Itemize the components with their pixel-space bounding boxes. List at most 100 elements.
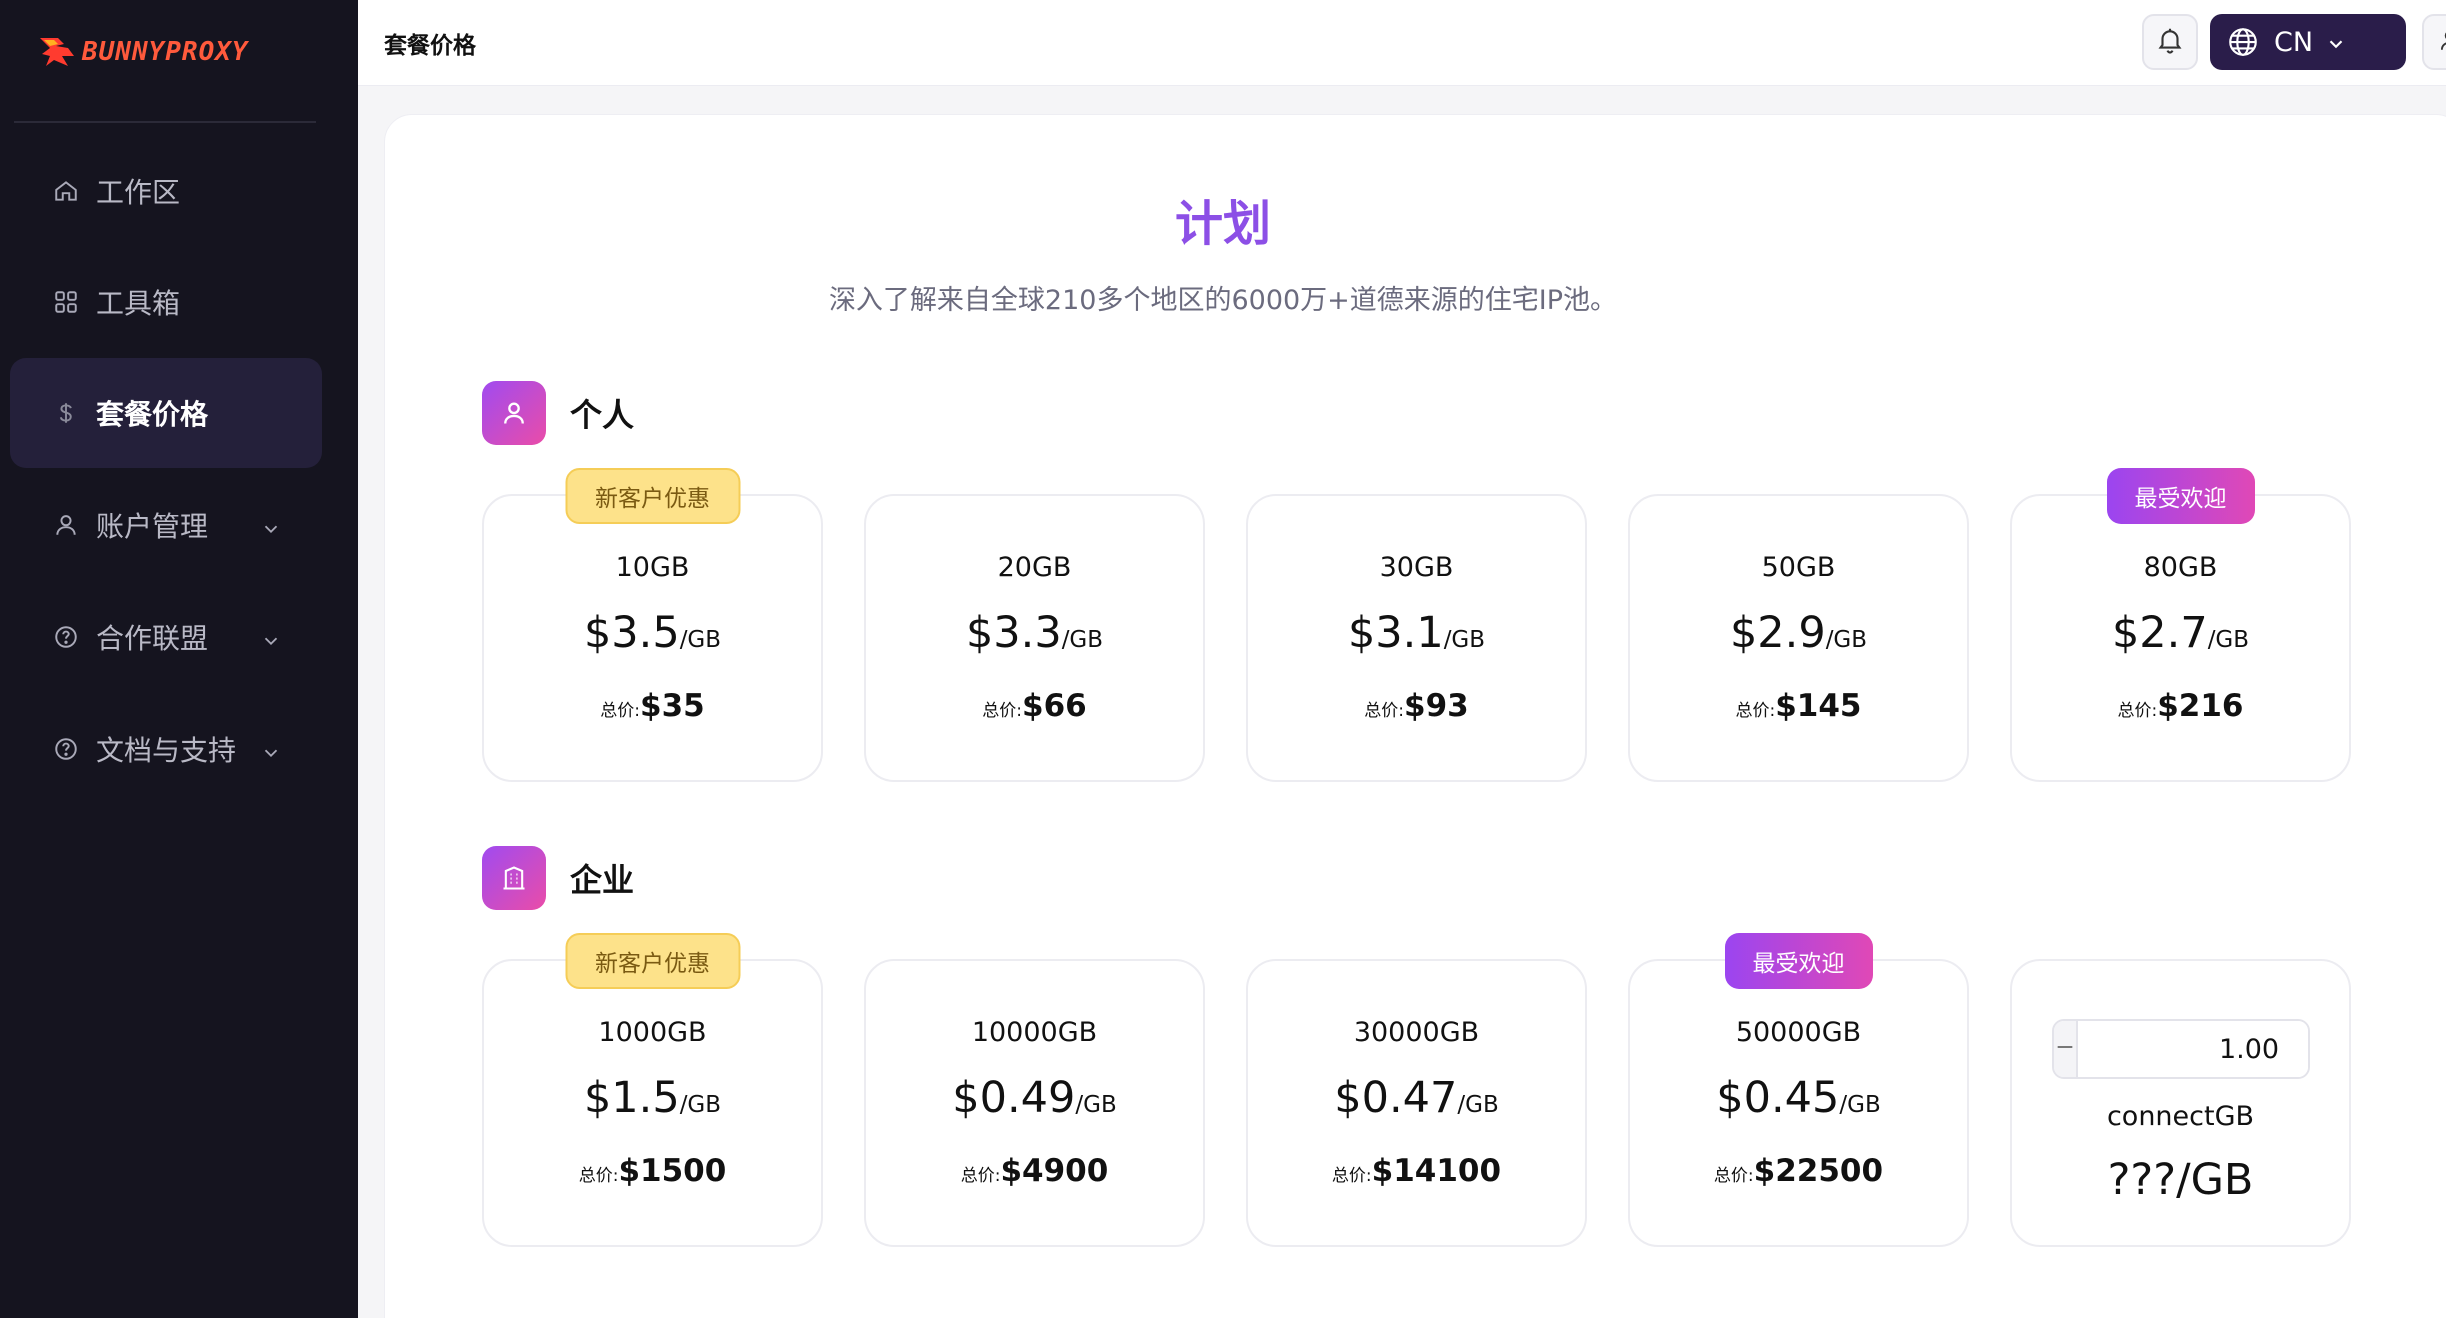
quantity-input[interactable] <box>2076 1021 2308 1077</box>
plan-price: $0.45/GB <box>1630 1073 1967 1123</box>
price-unit: /GB <box>1457 1092 1499 1118</box>
notifications-button[interactable] <box>2142 14 2198 70</box>
sidebar-item-label: 套餐价格 <box>96 398 209 431</box>
plan-card-enterprise-custom[interactable]: connectGB ???/GB <box>2010 959 2351 1247</box>
user-icon <box>2437 27 2446 57</box>
price-amount: $3.1 <box>1347 608 1444 658</box>
custom-plan-label: connectGB <box>2106 1101 2255 1132</box>
plan-price: $2.7/GB <box>2012 608 2349 658</box>
plan-card-personal-30gb[interactable]: 30GB $3.1/GB 总价:$93 <box>1246 494 1587 782</box>
language-selector[interactable]: CN <box>2210 14 2406 70</box>
person-icon <box>482 381 546 445</box>
plan-card-personal-10gb[interactable]: 新客户优惠 10GB $3.5/GB 总价:$35 <box>482 468 823 782</box>
chevron-down-icon <box>2325 31 2347 53</box>
plan-size: 10000GB <box>971 1017 1098 1048</box>
section-personal-header: 个人 <box>482 381 634 445</box>
price-amount: $2.7 <box>2111 608 2208 658</box>
plan-card-enterprise-10000gb[interactable]: 10000GB $0.49/GB 总价:$4900 <box>864 959 1205 1247</box>
plan-total: 总价:$22500 <box>1630 1153 1967 1189</box>
user-menu-button[interactable] <box>2422 14 2446 70</box>
section-enterprise-label: 企业 <box>570 861 635 899</box>
plan-total: 总价:$1500 <box>484 1153 821 1189</box>
total-value: $93 <box>1404 688 1469 724</box>
price-unit: /GB <box>1075 1092 1117 1118</box>
chevron-down-icon[interactable] <box>260 738 282 760</box>
price-unit: /GB <box>1839 1092 1881 1118</box>
plan-total: 总价:$216 <box>2012 688 2349 724</box>
plan-card-enterprise-50000gb[interactable]: 最受欢迎 50000GB $0.45/GB 总价:$22500 <box>1628 933 1969 1247</box>
topbar: 套餐价格 CN <box>358 0 2446 86</box>
new-customer-badge: 新客户优惠 <box>565 933 740 989</box>
sidebar-item-label: 文档与支持 <box>96 734 237 767</box>
total-label: 总价: <box>2117 701 2158 721</box>
page-subtitle: 深入了解来自全球210多个地区的6000万+道德来源的住宅IP池。 <box>828 285 1618 316</box>
total-label: 总价: <box>1364 701 1404 721</box>
plan-card-personal-80gb[interactable]: 最受欢迎 80GB $2.7/GB 总价:$216 <box>2010 468 2351 782</box>
total-label: 总价: <box>1331 1166 1372 1186</box>
total-value: $66 <box>1022 688 1087 724</box>
bell-icon <box>2155 25 2185 59</box>
plan-size: 10GB <box>615 552 690 583</box>
plan-size: 20GB <box>997 552 1072 583</box>
help-circle-icon <box>52 623 80 651</box>
plan-price: $3.1/GB <box>1248 608 1585 658</box>
brand-logo[interactable]: BUNNYPROXY <box>38 34 249 70</box>
plan-total: 总价:$14100 <box>1248 1153 1585 1189</box>
sidebar-item-account[interactable]: 账户管理 <box>10 470 322 580</box>
decrement-button[interactable] <box>2054 1021 2076 1077</box>
sidebar-item-docs[interactable]: 文档与支持 <box>10 694 322 804</box>
plan-card-personal-20gb[interactable]: 20GB $3.3/GB 总价:$66 <box>864 494 1205 782</box>
plan-size: 50000GB <box>1735 1017 1862 1048</box>
total-label: 总价: <box>982 701 1022 721</box>
plan-card-personal-50gb[interactable]: 50GB $2.9/GB 总价:$145 <box>1628 494 1969 782</box>
plan-size: 30000GB <box>1353 1017 1480 1048</box>
price-unit: /GB <box>679 1092 722 1118</box>
sidebar-item-label: 账户管理 <box>96 510 209 543</box>
globe-icon <box>2226 25 2260 59</box>
plan-price: $3.3/GB <box>866 608 1203 658</box>
language-label: CN <box>2274 26 2314 58</box>
total-value: $35 <box>640 688 705 724</box>
total-value: $14100 <box>1371 1153 1502 1189</box>
price-unit: /GB <box>2207 627 2250 653</box>
most-popular-badge: 最受欢迎 <box>2106 468 2255 524</box>
price-amount: $0.45 <box>1716 1073 1840 1123</box>
total-value: $216 <box>2157 688 2244 724</box>
new-customer-badge: 新客户优惠 <box>565 468 740 524</box>
plan-total: 总价:$145 <box>1630 688 1967 724</box>
total-value: $22500 <box>1753 1153 1884 1189</box>
plan-price: $3.5/GB <box>484 608 821 658</box>
chevron-down-icon[interactable] <box>260 514 282 536</box>
page-title: 计划 <box>1174 196 1271 252</box>
total-value: $145 <box>1775 688 1862 724</box>
price-amount: $3.3 <box>965 608 1062 658</box>
plan-total: 总价:$93 <box>1248 688 1585 724</box>
most-popular-badge: 最受欢迎 <box>1724 933 1873 989</box>
building-icon <box>482 846 546 910</box>
plan-price: $0.49/GB <box>866 1073 1203 1123</box>
sidebar-item-affiliate[interactable]: 合作联盟 <box>10 582 322 692</box>
custom-plan-price: ???/GB <box>2107 1155 2254 1205</box>
price-amount: $0.47 <box>1334 1073 1458 1123</box>
total-label: 总价: <box>1735 701 1776 721</box>
minus-icon <box>2054 1036 2076 1062</box>
page-breadcrumb: 套餐价格 <box>384 33 476 59</box>
plan-price: $2.9/GB <box>1630 608 1967 658</box>
bunny-logo-icon <box>38 34 78 70</box>
price-amount: $2.9 <box>1729 608 1826 658</box>
plan-size: 30GB <box>1379 552 1454 583</box>
plan-price: $1.5/GB <box>484 1073 821 1123</box>
section-personal-label: 个人 <box>570 396 635 434</box>
quantity-stepper <box>2052 1019 2310 1079</box>
price-amount: $1.5 <box>583 1073 680 1123</box>
section-enterprise-header: 企业 <box>482 846 634 910</box>
plan-size: 50GB <box>1761 552 1836 583</box>
chevron-down-icon[interactable] <box>260 626 282 648</box>
sidebar-item-pricing[interactable]: 套餐价格 <box>10 358 322 468</box>
price-unit: /GB <box>1443 627 1486 653</box>
total-value: $1500 <box>618 1153 727 1189</box>
plan-card-enterprise-30000gb[interactable]: 30000GB $0.47/GB 总价:$14100 <box>1246 959 1587 1247</box>
brand-name: BUNNYPROXY <box>82 37 249 67</box>
plan-card-enterprise-1000gb[interactable]: 新客户优惠 1000GB $1.5/GB 总价:$1500 <box>482 933 823 1247</box>
total-label: 总价: <box>600 701 640 721</box>
